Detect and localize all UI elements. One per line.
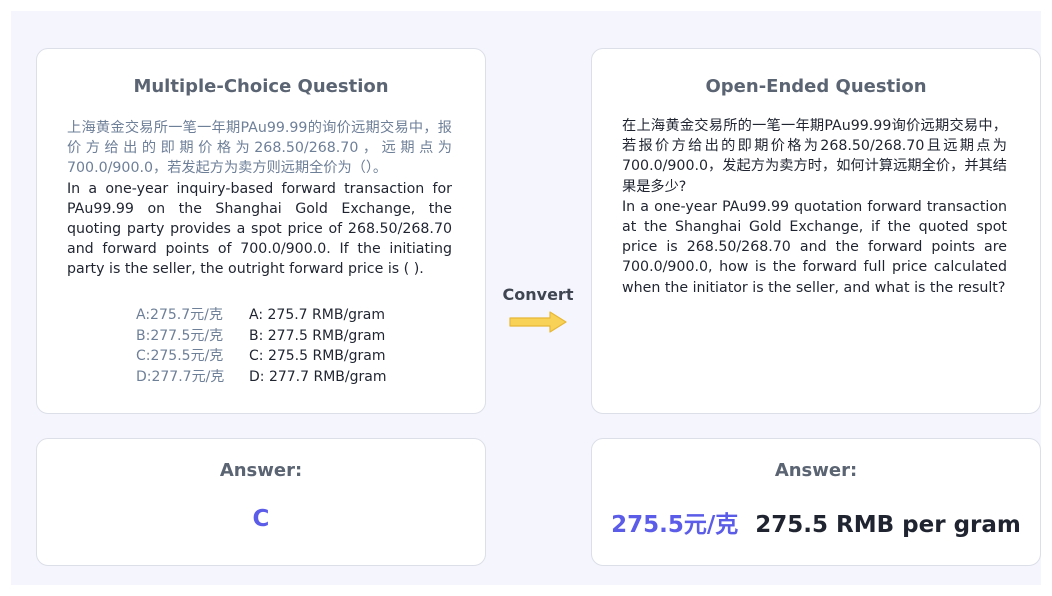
option-a-en: A: 275.7 RMB/gram [249,307,386,323]
option-d: D:277.7元/克 D: 277.7 RMB/gram [136,367,386,388]
option-d-cn: D:277.7元/克 [136,368,225,385]
convert-label: Convert [502,285,574,304]
mcq-answer-card: Answer: C [36,438,486,566]
mcq-answer-label: Answer: [219,460,303,481]
option-b-en: B: 277.5 RMB/gram [249,327,386,344]
open-answer-card: Answer: 275.5元/克 275.5 RMB per gram [591,438,1041,566]
option-c: C:275.5元/克 C: 275.5 RMB/gram [136,346,386,367]
option-b: B:277.5元/克 B: 277.5 RMB/gram [136,326,386,347]
option-a: A:275.7元/克 A: 275.7 RMB/gram [136,305,386,326]
open-title: Open-Ended Question [705,76,927,97]
convert-arrow-icon [509,311,567,333]
open-answer-value: 275.5元/克 275.5 RMB per gram [592,505,1040,539]
option-a-cn: A:275.7元/克 [136,307,223,323]
mcq-question: 上海黄金交易所一笔一年期PAu99.99的询价远期交易中，报价方给出的即期价格为… [67,118,452,280]
mcq-question-cn: 上海黄金交易所一笔一年期PAu99.99的询价远期交易中，报价方给出的即期价格为… [67,120,452,177]
mcq-options: A:275.7元/克 A: 275.7 RMB/gram B:277.5元/克 B:… [136,305,386,387]
open-answer-en: 275.5 RMB per gram [755,512,1021,538]
open-card: Open-Ended Question 在上海黄金交易所的一笔一年期PAu99.… [591,48,1041,414]
open-answer-cn: 275.5元/克 [611,512,739,538]
open-question: 在上海黄金交易所的一笔一年期PAu99.99询价远期交易中，若报价方给出的即期价… [622,116,1007,298]
open-question-en: In a one-year PAu99.99 quotation forward… [622,198,1007,296]
option-d-en: D: 277.7 RMB/gram [249,368,387,385]
open-answer-label: Answer: [774,460,858,481]
mcq-question-en: In a one-year inquiry-based forward tran… [67,180,452,278]
mcq-card: Multiple-Choice Question 上海黄金交易所一笔一年期PAu… [36,48,486,414]
option-c-cn: C:275.5元/克 [136,348,224,364]
option-c-en: C: 275.5 RMB/gram [249,348,386,364]
mcq-answer-value: C [252,506,270,532]
open-question-cn: 在上海黄金交易所的一笔一年期PAu99.99询价远期交易中，若报价方给出的即期价… [622,118,1007,195]
mcq-title: Multiple-Choice Question [133,76,389,97]
option-b-cn: B:277.5元/克 [136,327,224,344]
